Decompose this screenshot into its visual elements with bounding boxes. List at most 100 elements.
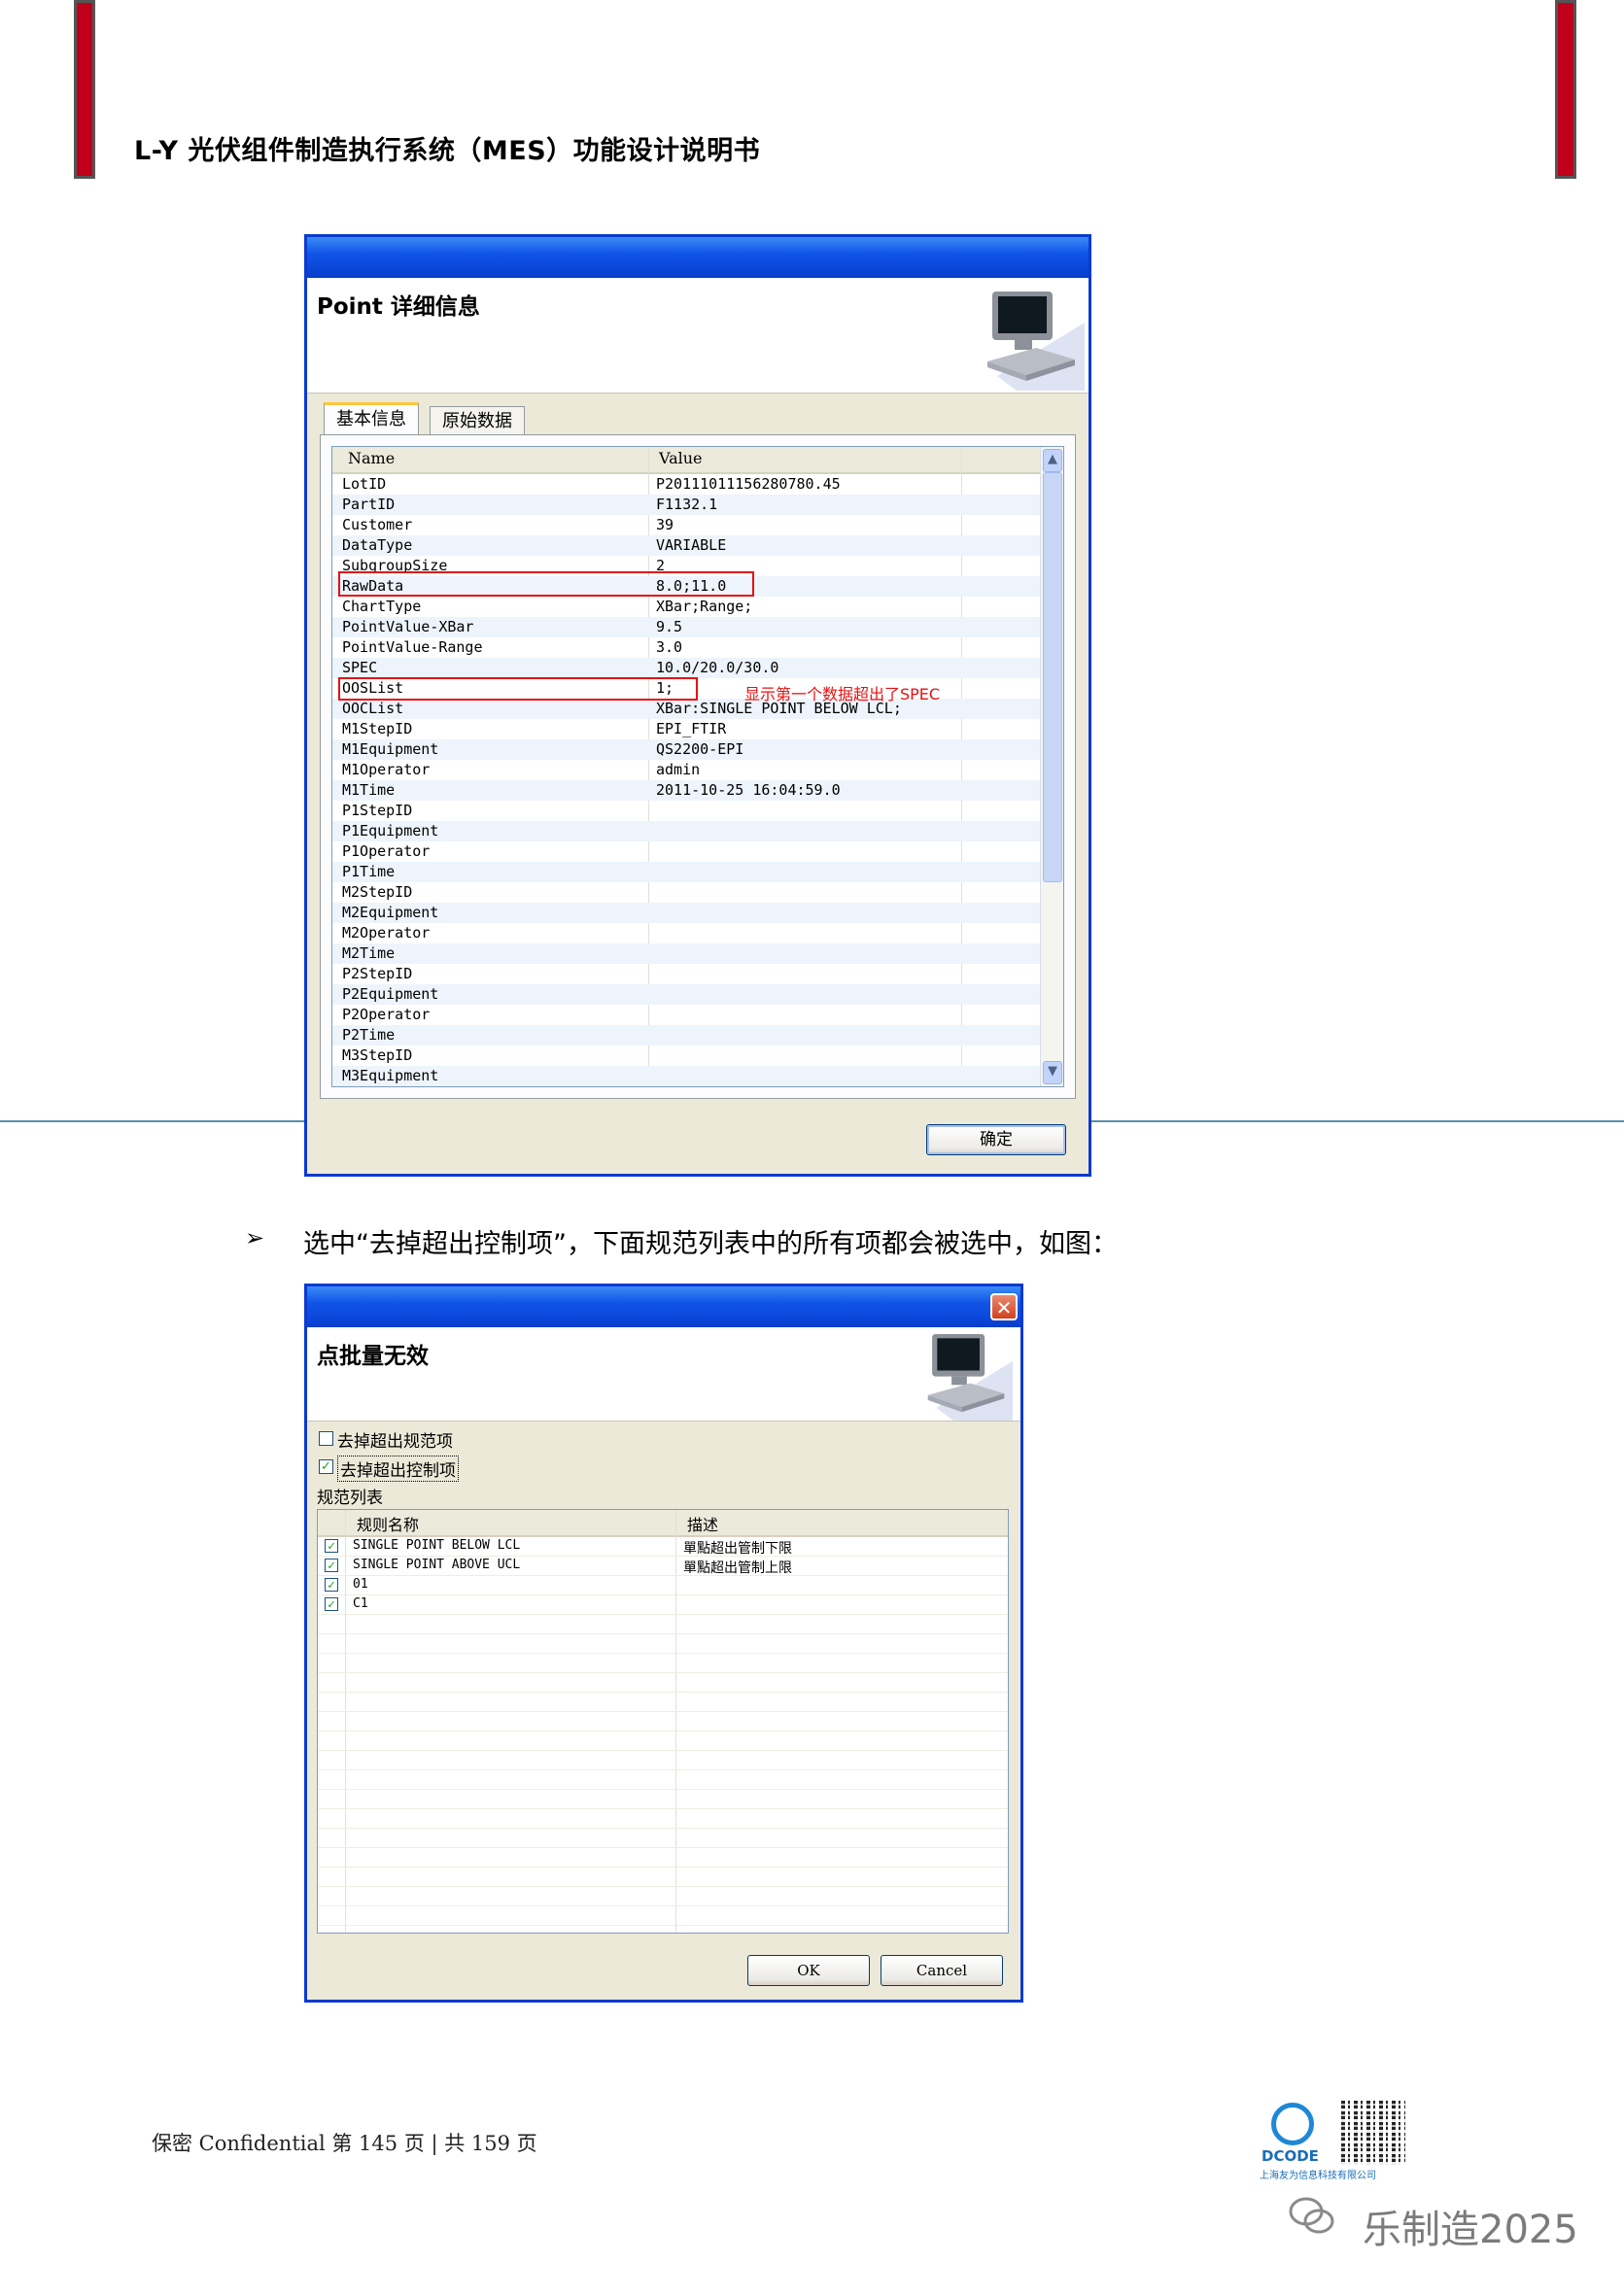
watermark-text: 乐制造2025 [1363,2208,1578,2252]
rule-checkbox[interactable]: ✓ [325,1597,338,1611]
table-row[interactable]: M1Equipment QS2200-EPI [332,739,1040,760]
empty-row [318,1887,1008,1906]
row-name: M2Equipment [342,904,439,921]
empty-row [318,1809,1008,1829]
table-row[interactable]: P1StepID [332,801,1040,821]
scroll-up-arrow[interactable]: ▲ [1043,449,1062,472]
table-row[interactable]: Customer 39 [332,515,1040,535]
scroll-down-arrow[interactable]: ▼ [1043,1061,1062,1084]
list-item[interactable]: ✓ C1 [318,1595,1008,1615]
table-row[interactable]: DataType VARIABLE [332,535,1040,556]
empty-row [318,1829,1008,1848]
table-row[interactable]: M3Equipment [332,1066,1040,1086]
rule-checkbox[interactable]: ✓ [325,1559,338,1572]
table-row[interactable]: M1Time 2011-10-25 16:04:59.0 [332,780,1040,801]
row-name: P2Time [342,1026,396,1044]
table-row[interactable]: SPEC 10.0/20.0/30.0 [332,658,1040,678]
column-value-header[interactable]: Value [659,449,703,467]
table-row[interactable]: M3StepID [332,1045,1040,1066]
table-row[interactable]: M1StepID EPI_FTIR [332,719,1040,739]
logo-text: DCODE [1261,2147,1319,2165]
list-item[interactable]: ✓ SINGLE POINT BELOW LCL 單點超出管制下限 [318,1537,1008,1557]
scroll-thumb[interactable] [1043,472,1062,882]
row-value: P20111011156280780.45 [656,475,841,493]
column-name-header[interactable]: Name [348,449,395,467]
row-name: M2Time [342,944,396,962]
table-row[interactable]: M1Operator admin [332,760,1040,780]
table-row[interactable]: P1Time [332,862,1040,882]
table-row[interactable]: M2Operator [332,923,1040,943]
close-icon[interactable]: ✕ [990,1293,1018,1320]
dialog-header: Point 详细信息 [307,278,1088,394]
table-row[interactable]: M2Time [332,943,1040,964]
remove-out-of-control-label: 去掉超出控制项 [337,1456,459,1482]
list-item[interactable]: ✓ SINGLE POINT ABOVE UCL 單點超出管制上限 [318,1557,1008,1576]
row-name: M1Equipment [342,740,439,758]
ok-button[interactable]: OK [747,1955,870,1986]
row-name: M2StepID [342,883,413,901]
empty-row [318,1906,1008,1926]
rule-description: 單點超出管制上限 [683,1560,792,1576]
row-name: SPEC [342,659,378,676]
grid-header: 规则名称 描述 [318,1510,1008,1537]
table-row[interactable]: P1Equipment [332,821,1040,841]
table-row[interactable]: PartID F1132.1 [332,495,1040,515]
cancel-button[interactable]: Cancel [881,1955,1003,1986]
row-name: ChartType [342,598,422,615]
table-row[interactable]: P1Operator [332,841,1040,862]
column-description-header[interactable]: 描述 [687,1512,718,1535]
table-row[interactable]: P2StepID [332,964,1040,984]
spec-list-grid: 规则名称 描述 ✓ SINGLE POINT BELOW LCL 單點超出管制下限 ✓… [317,1509,1009,1934]
list-item[interactable]: ✓ 01 [318,1576,1008,1595]
row-value: XBar;Range; [656,598,753,615]
table-row[interactable]: P2Operator [332,1005,1040,1025]
column-rule-name-header[interactable]: 规则名称 [357,1512,419,1535]
table-row[interactable]: PointValue-XBar 9.5 [332,617,1040,637]
vertical-scrollbar[interactable]: ▲ ▼ [1040,447,1063,1086]
row-name: P2Operator [342,1006,431,1023]
row-value: 2011-10-25 16:04:59.0 [656,781,841,799]
rule-checkbox[interactable]: ✓ [325,1578,338,1592]
bullet-glyph: ➢ [245,1224,265,1251]
rule-checkbox[interactable]: ✓ [325,1539,338,1553]
tab-raw-data[interactable]: 原始数据 [430,406,525,435]
row-name: M1Time [342,781,396,799]
tab-basic-info[interactable]: 基本信息 [324,402,419,435]
row-value: 3.0 [656,638,683,656]
confirm-button[interactable]: 确定 [926,1124,1066,1155]
empty-row [318,1673,1008,1693]
row-name: Customer [342,516,413,533]
table-row[interactable]: M2Equipment [332,903,1040,923]
dialog-titlebar[interactable] [307,1286,1020,1327]
remove-out-of-spec-checkbox[interactable] [319,1431,333,1446]
empty-row [318,1848,1008,1868]
row-value: EPI_FTIR [656,720,727,737]
page-footer: 保密 Confidential 第 145 页 | 共 159 页 [152,2132,537,2155]
table-row[interactable]: P2Time [332,1025,1040,1045]
empty-row [318,1790,1008,1809]
detail-grid: Name Value LotID P20111011156280780.45 Par… [331,446,1064,1087]
row-name: P1Operator [342,842,431,860]
table-row[interactable]: M2StepID [332,882,1040,903]
remove-out-of-control-checkbox[interactable]: ✓ [319,1459,333,1474]
table-row[interactable]: P2Equipment [332,984,1040,1005]
remove-out-of-spec-label: 去掉超出规范项 [337,1432,453,1452]
row-name: M1StepID [342,720,413,737]
table-row[interactable]: LotID P20111011156280780.45 [332,474,1040,495]
grid-header: Name Value [332,447,1040,474]
row-name: M2Operator [342,924,431,942]
ooslist-highlight [338,677,698,701]
empty-row [318,1868,1008,1887]
rule-name: C1 [353,1596,368,1611]
table-row[interactable]: ChartType XBar;Range; [332,597,1040,617]
spec-list-label: 规范列表 [317,1489,383,1508]
rule-name: SINGLE POINT BELOW LCL [353,1538,521,1553]
dialog-titlebar[interactable] [307,237,1088,278]
rule-name: 01 [353,1577,368,1592]
empty-row [318,1770,1008,1790]
row-name: PointValue-XBar [342,618,474,635]
empty-row [318,1712,1008,1731]
table-row[interactable]: PointValue-Range 3.0 [332,637,1040,658]
row-name: LotID [342,475,387,493]
rawdata-highlight [338,571,754,597]
